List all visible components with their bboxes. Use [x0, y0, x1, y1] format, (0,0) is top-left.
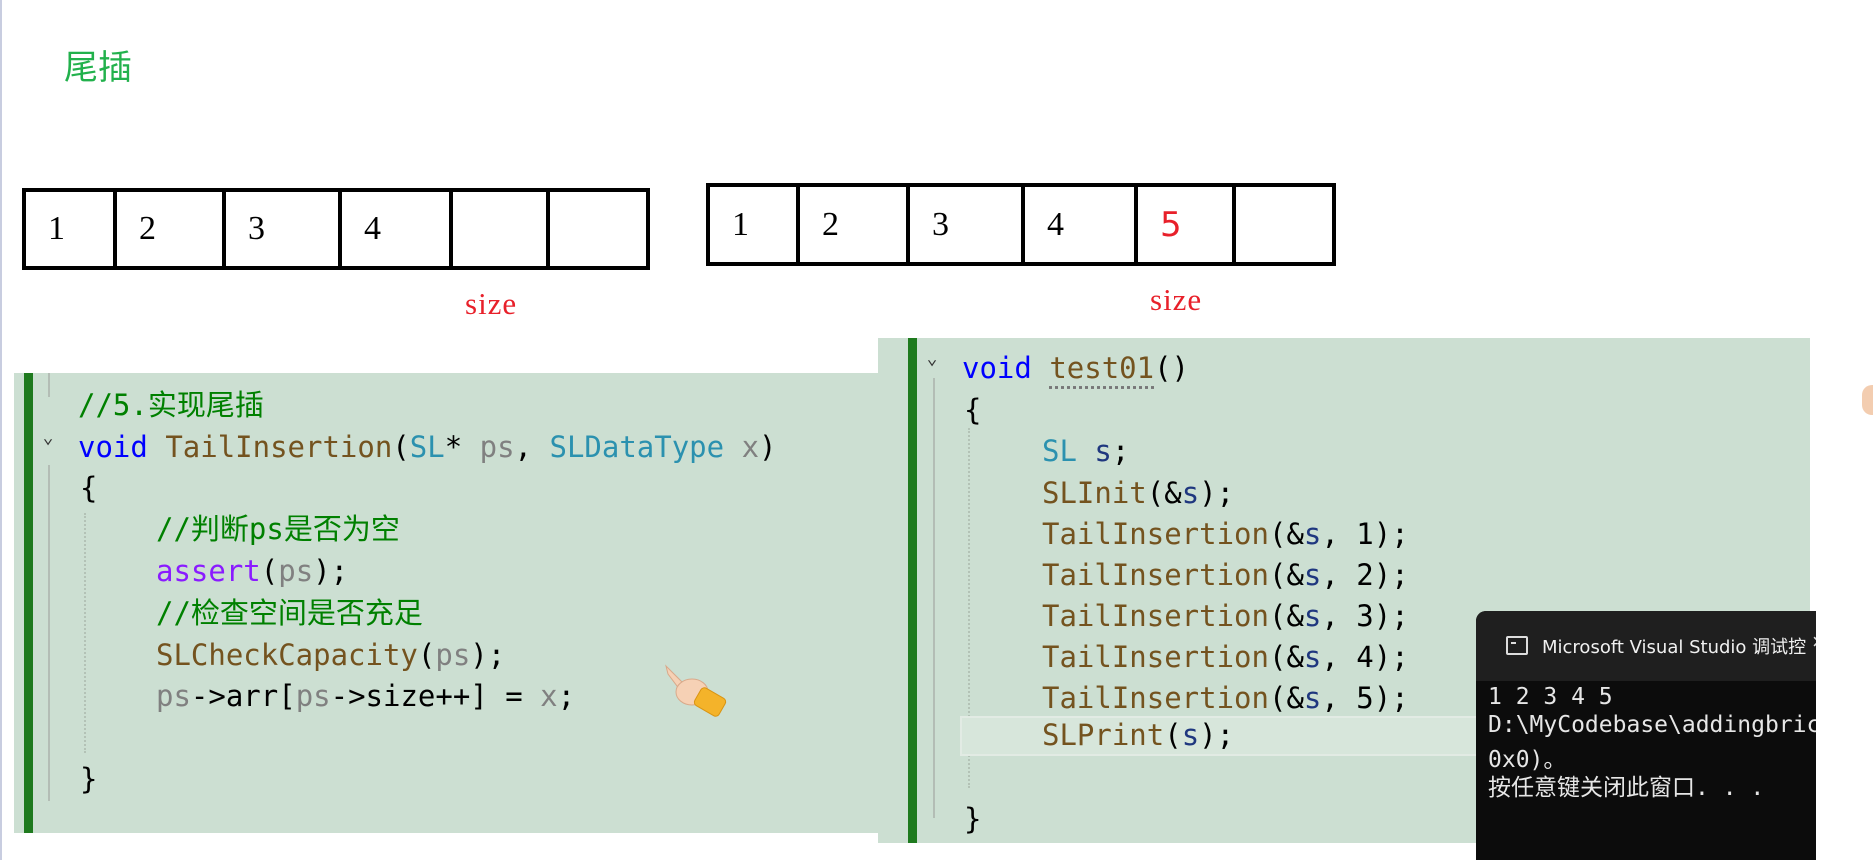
- code-line-print: SLPrint(s);: [1042, 718, 1235, 752]
- code-comment: //5.实现尾插: [78, 388, 264, 422]
- code-comment: //检查空间是否充足: [156, 596, 423, 630]
- array-cell: [546, 192, 650, 266]
- code-comment: //判断ps是否为空: [156, 512, 400, 546]
- code-brace: {: [964, 393, 982, 427]
- code-line-init: SLInit(&s);: [1042, 476, 1235, 510]
- code-line-insert: TailInsertion(&s, 4);: [1042, 640, 1409, 674]
- close-icon[interactable]: ×: [1812, 629, 1816, 655]
- code-line-assign: ps->arr[ps->size++] = x;: [156, 679, 576, 713]
- array-cell-new: 5: [1134, 187, 1232, 262]
- console-app-icon: [1506, 636, 1528, 655]
- code-brace: }: [964, 802, 982, 836]
- change-bar: [24, 373, 33, 833]
- fold-chevron-icon[interactable]: ⌄: [38, 427, 58, 448]
- console-output-line: 按任意键关闭此窗口. . .: [1488, 775, 1765, 801]
- function-signature: void test01(): [962, 351, 1189, 385]
- array-cell: 1: [22, 192, 113, 266]
- code-line-check-capacity: SLCheckCapacity(ps);: [156, 638, 506, 672]
- window-edge: [0, 0, 2, 860]
- array-cell: [449, 192, 546, 266]
- array-cell: 3: [906, 187, 1021, 262]
- scope-guide: [48, 373, 50, 397]
- code-brace: }: [80, 762, 98, 796]
- pointing-hand-icon: [665, 664, 727, 717]
- code-line-assert: assert(ps);: [156, 554, 349, 588]
- indent-guide: [84, 513, 86, 753]
- pointing-hand-icon-edge: [1862, 385, 1873, 415]
- page-heading: 尾插: [64, 48, 132, 88]
- code-brace: {: [80, 471, 98, 505]
- debug-console-window[interactable]: Microsoft Visual Studio 调试控 × 1 2 3 4 5 …: [1476, 611, 1816, 860]
- array-cell: 4: [1021, 187, 1134, 262]
- console-output-line: D:\MyCodebase\addingbric: [1488, 712, 1816, 738]
- array-cell: 2: [113, 192, 222, 266]
- console-output-line: 1 2 3 4 5: [1488, 684, 1613, 710]
- function-signature: void TailInsertion(SL* ps, SLDataType x): [78, 430, 777, 464]
- array-cell: 2: [796, 187, 906, 262]
- array-cell: 1: [706, 187, 796, 262]
- scope-guide: [933, 378, 935, 818]
- code-line-insert: TailInsertion(&s, 2);: [1042, 558, 1409, 592]
- scope-guide: [48, 465, 50, 801]
- size-pointer-label-before: size: [465, 286, 518, 321]
- array-after: 1 2 3 4 5: [706, 183, 1336, 266]
- array-before: 1 2 3 4: [22, 188, 650, 270]
- array-cell: 4: [338, 192, 449, 266]
- size-pointer-label-after: size: [1150, 282, 1203, 317]
- array-cell: 3: [222, 192, 338, 266]
- code-line-decl: SL s;: [1042, 434, 1130, 468]
- console-title: Microsoft Visual Studio 调试控: [1542, 637, 1807, 658]
- code-line-insert: TailInsertion(&s, 5);: [1042, 681, 1409, 715]
- array-cell: [1232, 187, 1336, 262]
- fold-chevron-icon[interactable]: ⌄: [922, 348, 942, 369]
- code-line-insert: TailInsertion(&s, 3);: [1042, 599, 1409, 633]
- code-line-insert: TailInsertion(&s, 1);: [1042, 517, 1409, 551]
- code-editor-tailinsertion[interactable]: //5.实现尾插 ⌄ void TailInsertion(SL* ps, SL…: [14, 373, 880, 833]
- change-bar: [908, 338, 917, 843]
- console-titlebar[interactable]: Microsoft Visual Studio 调试控 ×: [1476, 611, 1816, 681]
